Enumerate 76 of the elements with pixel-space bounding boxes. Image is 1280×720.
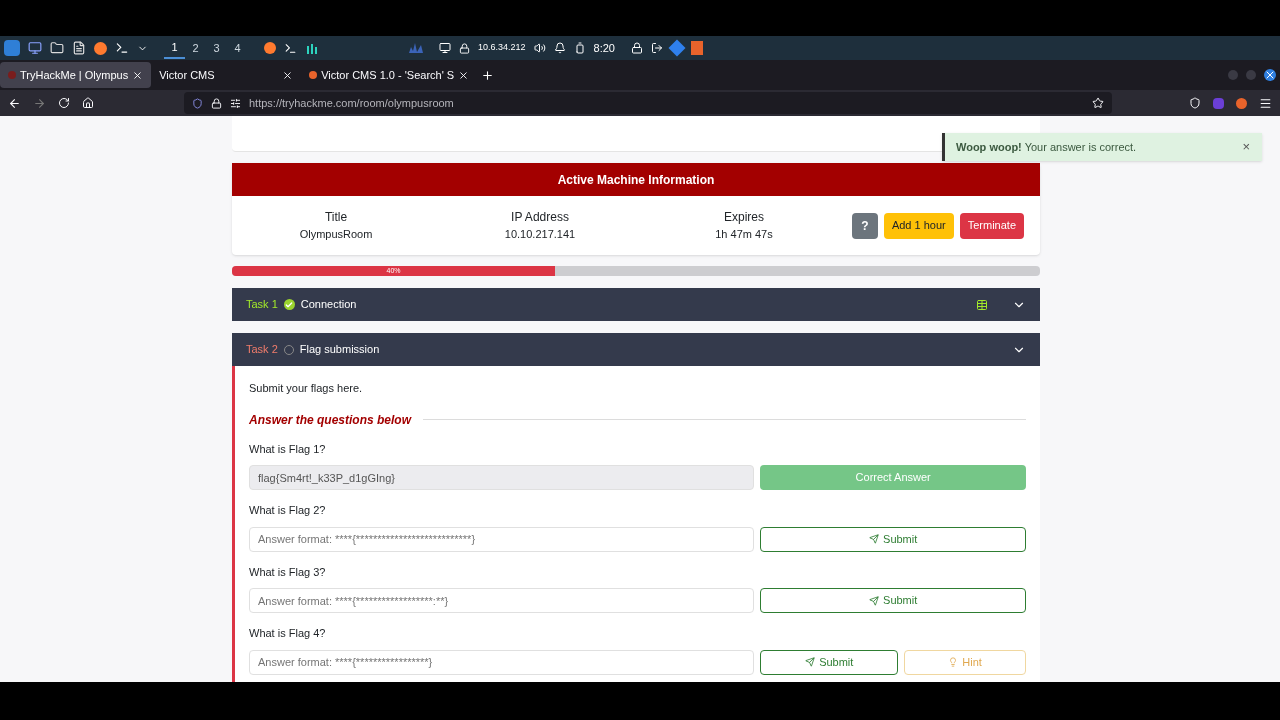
address-field[interactable]: https://tryhackme.com/room/olympusroom: [184, 92, 1112, 114]
lock-icon[interactable]: [630, 42, 643, 54]
lock-icon: [211, 97, 222, 109]
monitor-icon: [439, 42, 451, 54]
add-hour-button[interactable]: Add 1 hour: [883, 212, 954, 239]
field-label: Title: [324, 209, 348, 227]
toast-message: Woop woop! Your answer is correct.: [956, 139, 1138, 155]
answer-field[interactable]: flag{Sm4rt!_k33P_d1gGIng}: [249, 465, 755, 490]
browser-tab[interactable]: Victor CMS: [151, 62, 302, 88]
lightbulb-icon: [948, 657, 959, 667]
ip-address: 10.6.34.212: [478, 41, 526, 55]
network-graph-icon: [409, 43, 423, 53]
question-text: What is Flag 3?: [249, 564, 327, 580]
shield-icon: [192, 97, 203, 109]
tab-title: Victor CMS: [159, 67, 216, 83]
answer-field[interactable]: Answer format: ****{***************************}: [249, 526, 755, 552]
submit-button[interactable]: Submit: [760, 526, 1026, 552]
field-value: 1h 47m 47s: [715, 227, 773, 243]
question-text: What is Flag 1?: [249, 441, 327, 457]
intro-text: Submit your flags here.: [249, 381, 364, 396]
url-text: https://tryhackme.com/room/olympusroom: [249, 95, 455, 111]
question-text: What is Flag 2?: [249, 503, 327, 518]
close-button[interactable]: ×: [1242, 137, 1250, 157]
table-icon[interactable]: [976, 298, 988, 311]
home-icon[interactable]: [82, 97, 94, 109]
vpn-lock-icon: [459, 42, 470, 54]
close-icon[interactable]: [132, 69, 144, 81]
task-title: Flag submission: [299, 342, 380, 358]
question-text: What is Flag 4?: [249, 626, 327, 641]
tab-title: TryHackMe | Olympus: [20, 67, 129, 83]
answer-field[interactable]: Answer format: ****{******************:**}: [249, 588, 755, 613]
task-number: Task 1: [246, 297, 278, 313]
tab-title: Victor CMS 1.0 - 'Search' S: [321, 67, 455, 83]
workspace-button[interactable]: 4: [227, 37, 248, 59]
field-label: IP Address: [511, 209, 569, 227]
reload-icon[interactable]: [58, 97, 70, 109]
field-value: OlympusRoom: [299, 227, 373, 243]
submit-button[interactable]: Submit: [760, 588, 1026, 613]
close-icon[interactable]: [1264, 69, 1276, 81]
permissions-icon: [230, 97, 241, 109]
document-icon[interactable]: [72, 41, 86, 55]
forward-icon[interactable]: [33, 96, 46, 110]
field-value: 10.10.217.141: [504, 227, 576, 243]
folder-icon[interactable]: [50, 41, 64, 55]
submit-button[interactable]: Submit: [760, 649, 899, 675]
workspace-button[interactable]: 3: [206, 37, 227, 59]
task-title: Connection: [300, 297, 357, 313]
bookmark-star-icon[interactable]: [1092, 97, 1104, 109]
task-header[interactable]: Task 2 Flag submission: [232, 333, 1040, 366]
battery-icon: [573, 42, 586, 54]
desktop-icon[interactable]: [28, 41, 42, 55]
back-icon[interactable]: [8, 96, 21, 110]
task-header[interactable]: Task 1 Connection: [232, 288, 1040, 321]
task-number: Task 2: [246, 342, 278, 358]
browser-tab[interactable]: TryHackMe | Olympus: [0, 62, 152, 88]
questions-heading: Answer the questions below: [249, 411, 412, 429]
terminal-icon[interactable]: [115, 41, 129, 55]
field-label: Expires: [724, 209, 764, 227]
answer-field[interactable]: Answer format: ****{*****************}: [249, 649, 755, 675]
send-icon: [869, 534, 880, 544]
workspace-button[interactable]: 2: [185, 37, 206, 59]
send-icon: [805, 657, 816, 667]
menu-icon[interactable]: [1259, 96, 1272, 110]
terminate-button[interactable]: Terminate: [959, 212, 1024, 239]
close-icon[interactable]: [282, 69, 294, 81]
volume-icon[interactable]: [533, 42, 546, 54]
machine-header: Active Machine Information: [232, 163, 1040, 196]
close-icon[interactable]: [458, 69, 470, 81]
logout-icon[interactable]: [650, 42, 663, 54]
clock: 8:20: [593, 40, 615, 56]
send-icon: [869, 595, 880, 606]
new-tab-icon[interactable]: [481, 68, 495, 82]
bell-icon[interactable]: [553, 42, 566, 54]
help-button[interactable]: ?: [851, 212, 878, 239]
terminal-icon[interactable]: [284, 41, 297, 55]
browser-tab[interactable]: Victor CMS 1.0 - 'Search' S: [301, 62, 478, 88]
